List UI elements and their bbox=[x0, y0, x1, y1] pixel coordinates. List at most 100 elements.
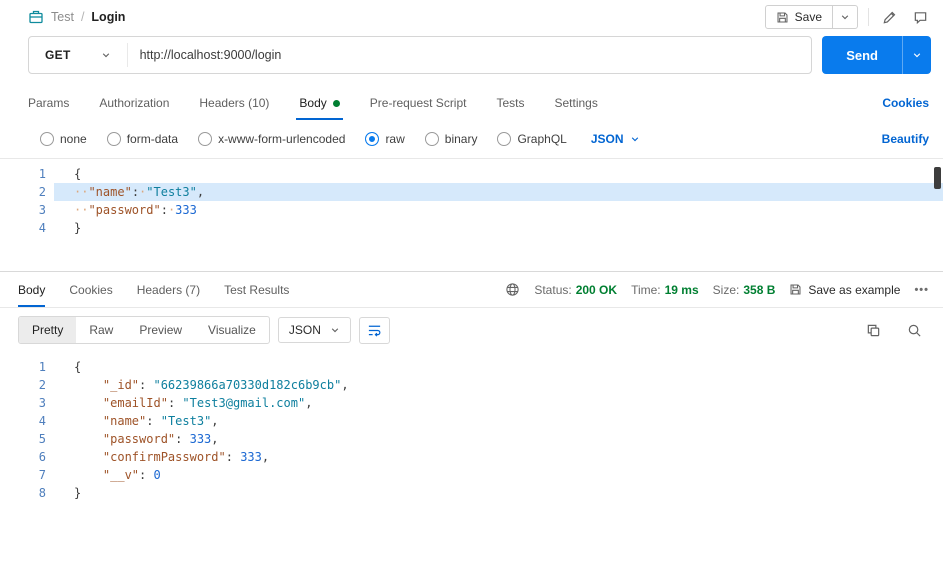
size-label: Size: bbox=[712, 282, 740, 297]
cookies-link[interactable]: Cookies bbox=[882, 86, 929, 120]
body-modified-dot bbox=[332, 99, 340, 107]
code-text[interactable]: ··"name":·"Test3", bbox=[54, 183, 943, 201]
comment-icon[interactable] bbox=[910, 8, 931, 27]
response-body-viewer: 1{2 "_id": "66239866a70330d182c6b9cb", 3 … bbox=[0, 352, 943, 571]
code-line[interactable]: 2 ··"name":·"Test3", bbox=[0, 183, 943, 201]
tab-pre-request-script[interactable]: Pre-request Script bbox=[355, 86, 482, 120]
tab-tests[interactable]: Tests bbox=[481, 86, 539, 120]
code-line[interactable]: 3 ··"password":·333 bbox=[0, 201, 943, 219]
save-options-button[interactable] bbox=[832, 6, 857, 28]
send-options-button[interactable] bbox=[902, 36, 931, 74]
breadcrumb-separator: / bbox=[80, 10, 85, 24]
save-as-example-button[interactable]: Save as example bbox=[789, 283, 900, 297]
response-tab-test-results[interactable]: Test Results bbox=[212, 272, 301, 307]
tab-label: Pre-request Script bbox=[369, 96, 467, 110]
code-line[interactable]: 4} bbox=[0, 219, 943, 237]
body-type-raw[interactable]: raw bbox=[365, 132, 405, 146]
save-icon bbox=[789, 283, 802, 296]
line-number: 2 bbox=[38, 378, 46, 392]
view-tab-pretty[interactable]: Pretty bbox=[19, 317, 77, 343]
code-text: "_id": "66239866a70330d182c6b9cb", bbox=[102, 378, 349, 392]
pencil-icon[interactable] bbox=[879, 8, 900, 27]
radio-icon bbox=[198, 132, 213, 146]
wrap-text-icon bbox=[367, 323, 382, 338]
save-button[interactable]: Save bbox=[766, 6, 832, 28]
radio-label: raw bbox=[385, 132, 405, 146]
body-type-urlencoded[interactable]: x-www-form-urlencoded bbox=[198, 132, 345, 146]
line-number: 5 bbox=[38, 432, 46, 446]
more-options-icon[interactable]: ••• bbox=[914, 284, 929, 296]
code-text[interactable]: { bbox=[54, 165, 943, 183]
wrap-text-button[interactable] bbox=[358, 316, 390, 344]
method-label: GET bbox=[45, 48, 71, 62]
radio-icon bbox=[40, 132, 54, 146]
line-number: 4 bbox=[38, 414, 46, 428]
search-icon[interactable] bbox=[904, 321, 925, 340]
tab-headers[interactable]: Headers (10) bbox=[184, 86, 284, 120]
view-tab-preview[interactable]: Preview bbox=[126, 317, 195, 343]
copy-icon[interactable] bbox=[863, 321, 884, 340]
line-number: 3 bbox=[38, 396, 46, 410]
body-type-none[interactable]: none bbox=[40, 132, 87, 146]
code-text[interactable]: ··"password":·333 bbox=[54, 201, 943, 219]
tab-label: Settings bbox=[554, 96, 598, 110]
tab-label: Test Results bbox=[224, 282, 290, 297]
raw-language-select[interactable]: JSON bbox=[591, 132, 640, 146]
tab-body[interactable]: Body bbox=[284, 86, 354, 120]
response-tab-cookies[interactable]: Cookies bbox=[57, 272, 124, 307]
radio-icon bbox=[424, 132, 439, 146]
radio-icon bbox=[497, 132, 512, 146]
response-language-select[interactable]: JSON bbox=[277, 317, 351, 343]
body-type-graphql[interactable]: GraphQL bbox=[497, 132, 567, 146]
save-button-label: Save bbox=[794, 10, 822, 24]
time-badge: Time: 19 ms bbox=[631, 283, 699, 297]
radio-label: GraphQL bbox=[517, 132, 567, 146]
request-body-editor[interactable]: 1{2 ··"name":·"Test3", 3 ··"password":·333 4… bbox=[0, 158, 943, 272]
url-input[interactable] bbox=[127, 37, 812, 73]
code-line: 3 "emailId": "Test3@gmail.com", bbox=[0, 394, 943, 412]
response-tabs-row: Body Cookies Headers (7) Test Results St… bbox=[0, 272, 943, 308]
status-label: Status: bbox=[534, 282, 572, 297]
line-number: 8 bbox=[38, 486, 46, 500]
code-text: "__v": 0 bbox=[102, 468, 161, 482]
collection-icon bbox=[28, 9, 44, 25]
breadcrumb-collection[interactable]: Test bbox=[51, 10, 74, 24]
save-button-group: Save bbox=[764, 5, 858, 29]
send-button[interactable]: Send bbox=[822, 36, 902, 74]
size-badge: Size: 358 B bbox=[713, 283, 776, 297]
chevron-down-icon bbox=[330, 325, 340, 335]
save-as-example-label: Save as example bbox=[808, 282, 901, 297]
code-text: { bbox=[74, 360, 82, 374]
save-icon bbox=[776, 11, 789, 24]
response-meta: Status: 200 OK Time: 19 ms Size: 358 B S… bbox=[505, 272, 929, 307]
chevron-down-icon bbox=[630, 134, 640, 144]
view-tab-visualize[interactable]: Visualize bbox=[195, 317, 269, 343]
divider bbox=[868, 8, 869, 26]
code-text: } bbox=[74, 486, 82, 500]
top-actions: Save bbox=[764, 5, 931, 29]
code-line[interactable]: 1{ bbox=[0, 165, 943, 183]
code-text[interactable]: } bbox=[54, 219, 943, 237]
tab-authorization[interactable]: Authorization bbox=[84, 86, 184, 120]
response-tab-headers[interactable]: Headers (7) bbox=[125, 272, 212, 307]
chevron-down-icon bbox=[101, 50, 111, 60]
view-tab-raw[interactable]: Raw bbox=[76, 317, 126, 343]
line-number: 6 bbox=[38, 450, 46, 464]
code-line: 7 "__v": 0 bbox=[0, 466, 943, 484]
tab-label: Authorization bbox=[99, 96, 170, 110]
radio-label: binary bbox=[444, 132, 478, 146]
tab-label: Cookies bbox=[69, 282, 113, 297]
body-type-form-data[interactable]: form-data bbox=[106, 132, 178, 146]
response-view-group: Pretty Raw Preview Visualize bbox=[18, 316, 270, 344]
beautify-link[interactable]: Beautify bbox=[882, 132, 929, 146]
body-type-binary[interactable]: binary bbox=[424, 132, 478, 146]
response-tab-body[interactable]: Body bbox=[6, 272, 57, 307]
tab-params[interactable]: Params bbox=[13, 86, 84, 120]
status-value: 200 OK bbox=[575, 282, 618, 297]
tab-settings[interactable]: Settings bbox=[540, 86, 613, 120]
body-type-row: none form-data x-www-form-urlencoded raw… bbox=[0, 120, 943, 158]
editor-scrollbar-thumb[interactable] bbox=[934, 167, 941, 189]
line-number: 7 bbox=[38, 468, 46, 482]
method-select[interactable]: GET bbox=[29, 37, 127, 73]
breadcrumb-request[interactable]: Login bbox=[91, 10, 125, 24]
